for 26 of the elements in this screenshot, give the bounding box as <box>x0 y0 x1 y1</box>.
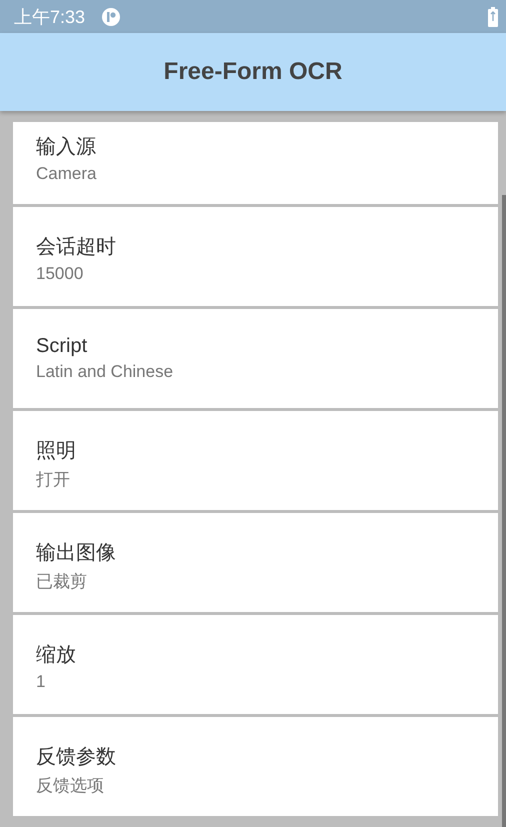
setting-title: 缩放 <box>36 643 77 668</box>
setting-item[interactable]: 反馈参数 反馈选项 <box>13 717 498 816</box>
setting-value: 1 <box>36 672 46 692</box>
setting-title: 会话超时 <box>36 235 117 260</box>
setting-title: Script <box>36 335 88 358</box>
notification-icon <box>101 6 122 26</box>
setting-item[interactable]: 会话超时 15000 <box>13 207 498 306</box>
setting-title: 输出图像 <box>36 541 117 566</box>
setting-value: 反馈选项 <box>36 775 105 797</box>
setting-value: Camera <box>36 164 98 184</box>
setting-value: 已裁剪 <box>36 571 88 593</box>
app-title: Free-Form OCR <box>164 58 342 86</box>
setting-title: 反馈参数 <box>36 745 117 770</box>
setting-title: 输入源 <box>36 135 97 160</box>
setting-item[interactable]: 照明 打开 <box>13 411 498 510</box>
setting-value: Latin and Chinese <box>36 362 174 382</box>
battery-icon <box>488 6 498 26</box>
setting-value: 15000 <box>36 264 84 284</box>
setting-value: 打开 <box>36 469 71 491</box>
setting-item[interactable]: 输入源 Camera <box>13 122 498 204</box>
status-time: 上午7:33 <box>14 6 86 28</box>
setting-title: 照明 <box>36 439 77 464</box>
scrollbar[interactable] <box>502 195 506 827</box>
setting-item[interactable]: 缩放 1 <box>13 615 498 714</box>
setting-item[interactable]: 输出图像 已裁剪 <box>13 513 498 612</box>
setting-item[interactable]: Script Latin and Chinese <box>13 309 498 408</box>
